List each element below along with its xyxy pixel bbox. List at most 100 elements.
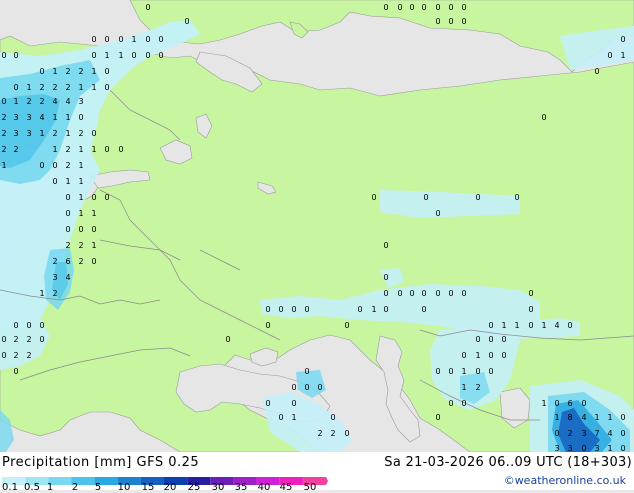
precip-value-label: 1: [371, 305, 376, 314]
precip-value-label: 0: [13, 367, 18, 376]
precip-value-label: 0: [317, 383, 322, 392]
precip-value-label: 0: [461, 289, 466, 298]
precip-value-label: 2: [26, 351, 31, 360]
precip-value-label: 3: [78, 97, 83, 106]
precip-value-label: 0: [383, 273, 388, 282]
precip-value-label: 0: [501, 351, 506, 360]
precip-value-label: 0: [39, 67, 44, 76]
precip-value-label: 4: [52, 97, 57, 106]
precip-value-label: 6: [65, 257, 70, 266]
precip-value-label: 3: [52, 273, 57, 282]
precip-value-label: 1: [78, 177, 83, 186]
map-canvas: 000 0 0 0 0 0 00 0 00 0 0 1 0 0 00 0 0 1 1 0 0 0 0 10 1 2 2 1 0 00 1 2 2…: [0, 0, 634, 452]
scale-tick-label: 20: [163, 482, 177, 493]
precip-value-label: 7: [594, 429, 599, 438]
precip-value-label: 4: [39, 113, 44, 122]
precip-value-label: 0: [514, 193, 519, 202]
precip-value-label: 2: [1, 113, 6, 122]
color-scale: 0.1 0.5 1 2 5 10 15 20 25 30 35 40 45 50: [0, 472, 330, 493]
precip-value-label: 3: [567, 444, 572, 452]
scale-tick-label: 5: [94, 482, 102, 493]
precip-value-label: 2: [26, 335, 31, 344]
precip-value-label: 2: [78, 257, 83, 266]
valid-time: Sa 21-03-2026 06..09 UTC (18+303): [384, 455, 632, 470]
precip-value-label: 0: [13, 321, 18, 330]
precipitation-map[interactable]: 0000000000000001000000110000101221000122…: [0, 0, 634, 452]
precip-value-label: 0: [91, 35, 96, 44]
precip-value-label: 0: [104, 83, 109, 92]
precip-value-label: 0: [65, 225, 70, 234]
precip-value-label: 1: [541, 399, 546, 408]
precip-value-label: 0: [291, 383, 296, 392]
precip-value-label: 0: [435, 367, 440, 376]
scale-arrow: [326, 477, 328, 485]
precip-value-label: 0: [104, 145, 109, 154]
precip-value-label: 0: [78, 113, 83, 122]
precip-value-label: 4: [65, 273, 70, 282]
precip-value-label: 2: [13, 351, 18, 360]
precip-value-label: 0: [397, 3, 402, 12]
precip-value-label: 0: [371, 193, 376, 202]
precip-value-label: 0: [91, 257, 96, 266]
precip-value-label: 0: [541, 113, 546, 122]
precip-value-label: 3: [26, 113, 31, 122]
precip-value-label: 0: [488, 367, 493, 376]
precip-value-label: 0: [383, 3, 388, 12]
precip-value-label: 0: [91, 51, 96, 60]
scale-tick-label: 25: [187, 482, 201, 493]
precip-value-label: 0: [65, 193, 70, 202]
precip-value-label: 2: [567, 429, 572, 438]
precip-value-label: 0: [421, 3, 426, 12]
precip-value-label: 2: [65, 161, 70, 170]
precip-value-label: 2: [78, 129, 83, 138]
precip-value-label: 0: [52, 177, 57, 186]
precip-value-label: 0: [435, 209, 440, 218]
precip-value-label: 0: [397, 289, 402, 298]
precip-value-label: 0: [52, 161, 57, 170]
scale-tick-label: 30: [211, 482, 225, 493]
precip-value-label: 1: [52, 113, 57, 122]
precip-value-label: 1: [39, 289, 44, 298]
precip-value-label: 0: [145, 35, 150, 44]
precip-value-label: 2: [1, 129, 6, 138]
precip-value-label: 1: [91, 209, 96, 218]
precip-value-label: 0: [528, 289, 533, 298]
precip-value-label: 1: [607, 413, 612, 422]
precip-value-label: 0: [620, 444, 625, 452]
precip-value-label: 0: [39, 161, 44, 170]
precip-value-label: 0: [448, 17, 453, 26]
legend-bar: Precipitation [mm] GFS 0.25 Sa 21-03-202…: [0, 452, 634, 493]
precip-value-label: 2: [65, 145, 70, 154]
precip-value-label: 3: [554, 444, 559, 452]
precip-value-label: 2: [330, 429, 335, 438]
precip-value-label: 0: [91, 225, 96, 234]
precip-value-label: 0: [158, 51, 163, 60]
precip-value-label: 0: [620, 35, 625, 44]
precip-value-label: 0: [501, 335, 506, 344]
precip-value-label: 0: [344, 321, 349, 330]
precip-value-label: 0: [104, 193, 109, 202]
precip-value-label: 0: [475, 335, 480, 344]
precip-value-label: 0: [620, 413, 625, 422]
precip-value-label: 2: [39, 97, 44, 106]
precip-value-label: 0: [448, 367, 453, 376]
scale-tick-label: 10: [117, 482, 131, 493]
precip-value-label: 1: [104, 51, 109, 60]
precip-value-label: 1: [91, 83, 96, 92]
precip-value-label: 2: [52, 289, 57, 298]
precip-value-label: 0: [383, 289, 388, 298]
precip-value-label: 2: [78, 67, 83, 76]
precip-value-label: 1: [78, 209, 83, 218]
precip-value-label: 1: [541, 321, 546, 330]
precip-value-label: 0: [409, 289, 414, 298]
precip-value-label: 0: [304, 383, 309, 392]
precip-value-label: 3: [13, 129, 18, 138]
precip-value-label: 0: [435, 289, 440, 298]
credit-link[interactable]: ©weatheronline.co.uk: [504, 474, 626, 487]
precip-value-label: 0: [265, 321, 270, 330]
precip-value-label: 8: [567, 413, 572, 422]
precip-value-label: 3: [26, 129, 31, 138]
precip-value-label: 1: [78, 145, 83, 154]
scale-tick-label: 35: [234, 482, 248, 493]
precip-value-label: 1: [607, 444, 612, 452]
